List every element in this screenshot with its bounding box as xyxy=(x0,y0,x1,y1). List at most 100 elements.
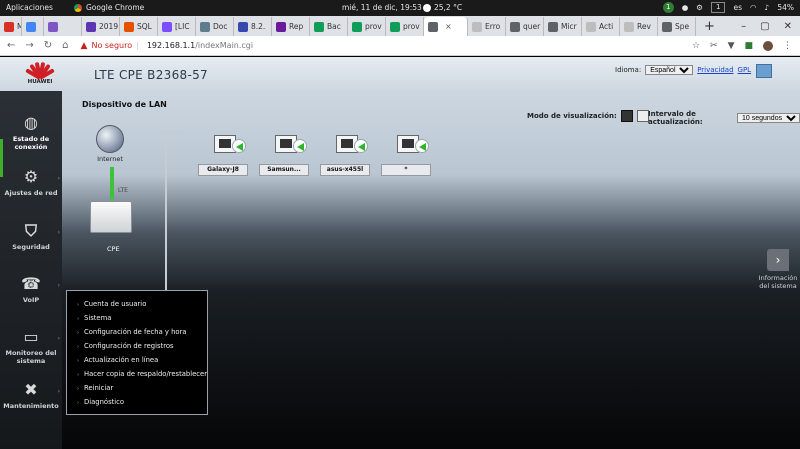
applications-menu[interactable]: Aplicaciones xyxy=(6,3,53,12)
extension-icon[interactable]: ✂ xyxy=(710,41,718,51)
browser-tab[interactable]: Rev xyxy=(620,17,658,36)
tab-favicon-icon xyxy=(472,21,482,32)
close-tab-icon[interactable]: × xyxy=(445,22,452,31)
device-name[interactable]: Samsun... xyxy=(259,164,309,176)
chevron-right-icon: › xyxy=(57,175,60,182)
menu-item[interactable]: › Reiniciar xyxy=(67,381,207,395)
security-status[interactable]: No seguro xyxy=(91,41,132,50)
menu-item[interactable]: › Configuración de registros xyxy=(67,339,207,353)
menu-item-label: Hacer copia de respaldo/restablecer xyxy=(84,370,208,378)
lan-device[interactable]: Galaxy-J8 xyxy=(196,135,254,176)
view-mode-list-button[interactable] xyxy=(636,110,649,122)
sidebar-item-0[interactable]: ◍ Estado de conexión xyxy=(0,113,62,151)
browser-tab[interactable]: Micr xyxy=(544,17,582,36)
maximize-icon[interactable]: ▢ xyxy=(760,17,769,36)
profile-avatar[interactable] xyxy=(763,40,773,51)
browser-tab[interactable]: prov xyxy=(348,17,386,36)
system-info-panel[interactable]: › Información del sistema xyxy=(757,249,799,290)
tab-label: Rep xyxy=(289,22,304,31)
menu-item[interactable]: › Diagnóstico xyxy=(67,395,207,409)
sidebar-item-label: Monitoreo del sistema xyxy=(5,349,57,365)
privacy-link[interactable]: Privacidad xyxy=(697,66,733,74)
menu-item[interactable]: › Actualización en línea xyxy=(67,353,207,367)
browser-tab[interactable] xyxy=(22,17,44,36)
view-mode-grid-button[interactable] xyxy=(620,110,633,122)
volume-icon[interactable]: ♪ xyxy=(765,3,770,12)
active-app[interactable]: Google Chrome xyxy=(74,3,144,12)
back-icon[interactable]: ← xyxy=(7,40,15,51)
connection-arrow-icon xyxy=(232,139,246,153)
close-window-icon[interactable]: ✕ xyxy=(784,17,792,36)
language-select[interactable]: Español xyxy=(645,65,694,75)
minimize-icon[interactable]: – xyxy=(741,17,746,36)
home-icon[interactable]: ⌂ xyxy=(62,40,68,51)
tab-favicon-icon xyxy=(86,21,96,32)
browser-tab[interactable]: M xyxy=(0,17,22,36)
sidebar-item-1[interactable]: ⚙ Ajustes de red › xyxy=(0,167,62,197)
menu-dots-icon[interactable]: ⋮ xyxy=(783,41,792,51)
tab-label: SQL xyxy=(137,22,152,31)
device-name[interactable]: * xyxy=(381,164,431,176)
bookmark-star-icon[interactable]: ☆ xyxy=(692,41,700,51)
chevron-right-icon[interactable]: › xyxy=(767,249,789,271)
browser-tab[interactable]: prov xyxy=(386,17,424,36)
lan-device[interactable]: * xyxy=(379,135,437,176)
sidebar-item-2[interactable]: ⛉ Seguridad › xyxy=(0,221,62,251)
browser-tab[interactable]: SQL xyxy=(120,17,158,36)
browser-tab[interactable] xyxy=(44,17,82,36)
internet-node[interactable]: Internet xyxy=(96,125,124,163)
shield-icon: ⛉ xyxy=(24,221,37,240)
sidebar-item-3[interactable]: ☎ VoIP › xyxy=(0,274,62,304)
extension-green-icon[interactable]: ■ xyxy=(744,41,753,51)
tab-label: Acti xyxy=(599,22,614,31)
connection-arrow-icon xyxy=(293,139,307,153)
clock[interactable]: mié, 11 de dic, 19:53 xyxy=(342,3,422,12)
device-name[interactable]: asus-x455l xyxy=(320,164,370,176)
sidebar-item-5[interactable]: ✖ Mantenimiento › xyxy=(0,380,62,410)
wifi-icon[interactable]: ◠ xyxy=(750,3,757,12)
workspace-indicator[interactable]: 1 xyxy=(710,2,726,13)
browser-tab[interactable]: [LIC xyxy=(158,17,196,36)
lan-device[interactable]: asus-x455l xyxy=(318,135,376,176)
menu-item[interactable]: › Sistema xyxy=(67,311,207,325)
gpl-link[interactable]: GPL xyxy=(738,66,752,74)
keyboard-language[interactable]: es xyxy=(733,3,742,12)
device-name[interactable]: Galaxy-J8 xyxy=(198,164,248,176)
browser-tab[interactable]: 8.2. xyxy=(234,17,272,36)
lan-device[interactable]: Samsun... xyxy=(257,135,315,176)
chrome-tray-icon[interactable]: ● xyxy=(682,3,689,12)
browser-tab[interactable]: Erro xyxy=(468,17,506,36)
chevron-right-icon: › xyxy=(57,388,60,395)
logout-button[interactable] xyxy=(756,64,772,78)
reload-icon[interactable]: ↻ xyxy=(44,40,52,51)
sidebar-item-4[interactable]: ▭ Monitoreo del sistema › xyxy=(0,327,62,365)
menu-item[interactable]: › Cuenta de usuario xyxy=(67,297,207,311)
browser-tab[interactable]: Spe xyxy=(658,17,696,36)
battery-level[interactable]: 54% xyxy=(777,3,794,12)
tab-favicon-icon xyxy=(124,21,134,32)
refresh-select[interactable]: 10 segundos xyxy=(737,113,800,123)
tab-favicon-icon xyxy=(200,21,210,32)
menu-item[interactable]: › Configuración de fecha y hora xyxy=(67,325,207,339)
extension-v-icon[interactable]: ▼ xyxy=(728,41,735,51)
warning-icon: ▲ xyxy=(80,40,88,51)
sidebar-item-label: Mantenimiento xyxy=(3,402,59,410)
notification-badge[interactable]: 1 xyxy=(662,2,674,13)
browser-tab[interactable]: 2019 xyxy=(82,17,120,36)
weather[interactable]: 25,2 °C xyxy=(423,3,462,12)
browser-tab[interactable]: quer xyxy=(506,17,544,36)
browser-tab[interactable]: Doc xyxy=(196,17,234,36)
browser-tab[interactable]: × xyxy=(424,17,468,36)
forward-icon[interactable]: → xyxy=(25,40,33,51)
chevron-right-icon: › xyxy=(57,335,60,342)
new-tab-button[interactable]: + xyxy=(696,17,723,36)
menu-item[interactable]: › Hacer copia de respaldo/restablecer xyxy=(67,367,207,381)
menu-item-label: Cuenta de usuario xyxy=(84,300,147,308)
settings-tray-icon[interactable]: ⚙ xyxy=(696,3,703,12)
cpe-router-icon[interactable] xyxy=(90,201,132,233)
browser-tab[interactable]: Rep xyxy=(272,17,310,36)
tab-label: Micr xyxy=(561,22,577,31)
url-field[interactable]: ▲ No seguro | 192.168.1.1/indexMain.cgi xyxy=(81,41,254,51)
browser-tab[interactable]: Bac xyxy=(310,17,348,36)
browser-tab[interactable]: Acti xyxy=(582,17,620,36)
